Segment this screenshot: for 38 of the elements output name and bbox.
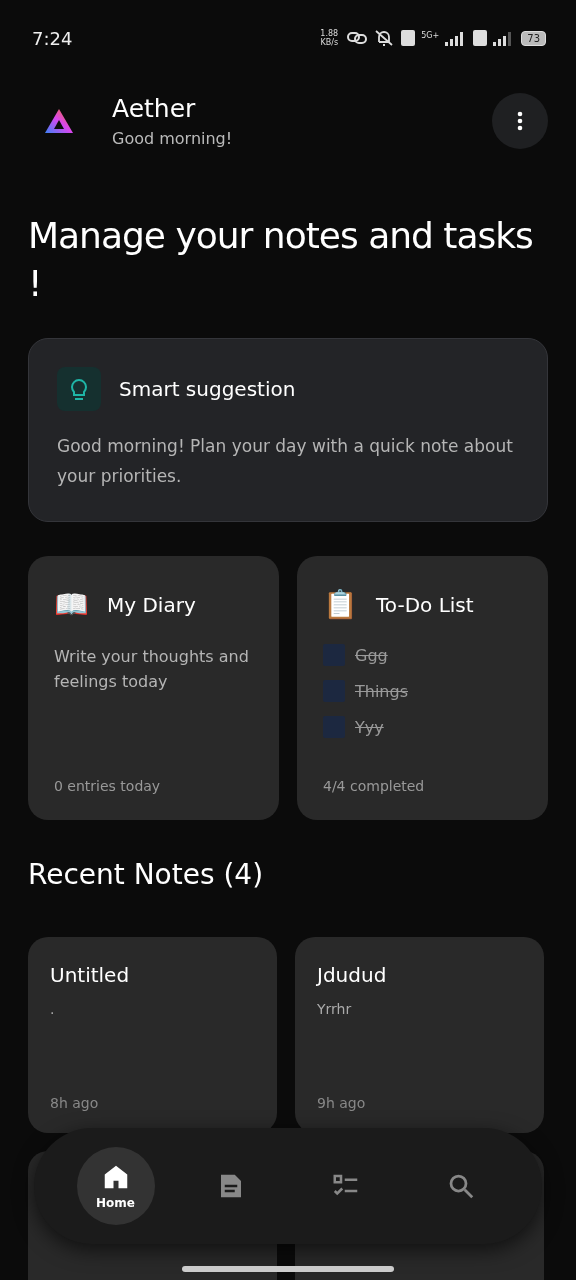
note-time: 9h ago <box>317 1095 367 1111</box>
todo-item: Things <box>355 681 408 701</box>
note-preview: . <box>50 1001 56 1017</box>
clipboard-icon: 📋 <box>323 590 358 620</box>
card-description: Write your thoughts and feelings today <box>54 646 250 693</box>
battery-level: 73 <box>521 30 546 46</box>
section-title: Recent Notes (4) <box>28 858 265 891</box>
card-title: To-Do List <box>376 593 474 617</box>
suggestion-text: Good morning! Plan your day with a quick note about your priorities. <box>57 435 514 488</box>
lightbulb-icon <box>57 367 101 411</box>
nav-item[interactable]: Home <box>76 1147 155 1225</box>
todo-card[interactable]: 📋 To-Do List Ggg Things Yyy 4/4 completed <box>297 556 548 820</box>
status-time: 7:24 <box>32 27 73 49</box>
network-type: 5G+ <box>421 31 440 40</box>
note-title: Untitled <box>50 963 131 987</box>
more-button[interactable] <box>492 93 548 149</box>
todo-item: Ggg <box>355 645 388 665</box>
book-icon: 📖 <box>54 590 89 620</box>
page-headline: Manage your notes and tasks ! <box>28 214 534 306</box>
card-title: My Diary <box>107 593 196 617</box>
note-preview: Yrrhr <box>317 1001 353 1017</box>
triangle-logo-icon <box>44 108 74 134</box>
diary-card[interactable]: 📖 My Diary Write your thoughts and feelings today 0 entries today <box>28 556 279 820</box>
card-footer: 4/4 completed <box>323 778 522 794</box>
link-icon <box>347 31 368 45</box>
card-footer: 0 entries today <box>54 778 253 794</box>
note-card[interactable]: Jdudud Yrrhr 9h ago <box>295 937 544 1133</box>
note-card[interactable]: Untitled . 8h ago <box>28 937 277 1133</box>
suggestion-title: Smart suggestion <box>119 377 296 401</box>
greeting: Good morning! <box>112 129 233 148</box>
note-time: 8h ago <box>50 1095 100 1111</box>
sim-icon <box>401 30 416 46</box>
network-speed: 1.88 KB/s <box>319 29 340 47</box>
app-name: Aether <box>112 94 197 123</box>
more-vertical-icon <box>517 111 523 131</box>
sim-icon <box>473 30 488 46</box>
todo-item: Yyy <box>355 717 384 737</box>
note-title: Jdudud <box>317 963 388 987</box>
